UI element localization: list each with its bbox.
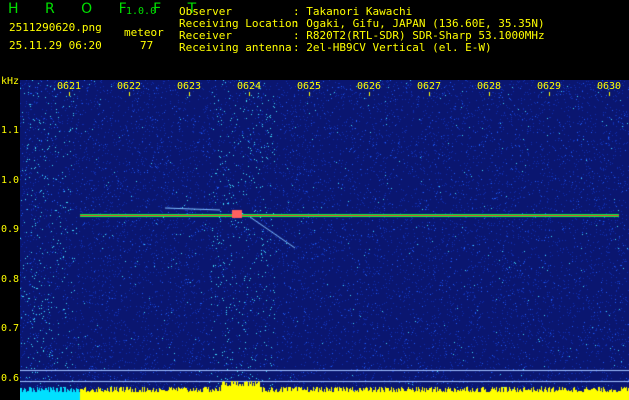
x-tick-label: 0626 <box>357 81 382 92</box>
x-tick-label: 0625 <box>297 81 322 92</box>
spectrogram <box>20 80 629 400</box>
y-tick-label: 0.7 <box>1 323 20 334</box>
info-label: Receiving antenna <box>179 41 292 54</box>
info-value: : 2el-HB9CV Vertical (el. E-W) <box>293 41 492 54</box>
y-tick-label: 1.0 <box>1 175 20 186</box>
info-label: Receiving Location <box>179 17 299 30</box>
datetime: 25.11.29 06:20 <box>9 39 102 52</box>
x-tick-label: 0630 <box>597 81 622 92</box>
y-tick-label: 0.8 <box>1 274 20 285</box>
info-label: Observer <box>179 5 232 18</box>
filename: 2511290620.png <box>9 21 102 34</box>
info-value: : Ogaki, Gifu, JAPAN (136.60E, 35.35N) <box>293 17 545 30</box>
app-version: 1.0.0 <box>126 6 157 17</box>
x-tick-label: 0623 <box>177 81 202 92</box>
x-tick-label: 0622 <box>117 81 142 92</box>
hrofft-window: H R O F F T 1.0.0 2511290620.png 25.11.2… <box>0 0 629 400</box>
y-tick-label: 0.6 <box>1 373 20 384</box>
x-tick-label: 0628 <box>477 81 502 92</box>
x-tick-label: 0621 <box>57 81 82 92</box>
x-tick-label: 0624 <box>237 81 262 92</box>
info-value: : Takanori Kawachi <box>293 5 413 18</box>
info-value: : R820T2(RTL-SDR) SDR-Sharp 53.1000MHz <box>293 29 545 42</box>
y-tick-label: 1.1 <box>1 125 20 136</box>
y-tick-label: 0.9 <box>1 224 20 235</box>
meteor-count: 77 <box>140 39 154 52</box>
meteor-label: meteor <box>124 26 164 39</box>
info-label: Receiver <box>179 29 232 42</box>
x-tick-label: 0627 <box>417 81 442 92</box>
x-tick-label: 0629 <box>537 81 562 92</box>
y-unit: kHz <box>1 76 20 87</box>
app-logo: H R O F F T <box>8 1 208 17</box>
